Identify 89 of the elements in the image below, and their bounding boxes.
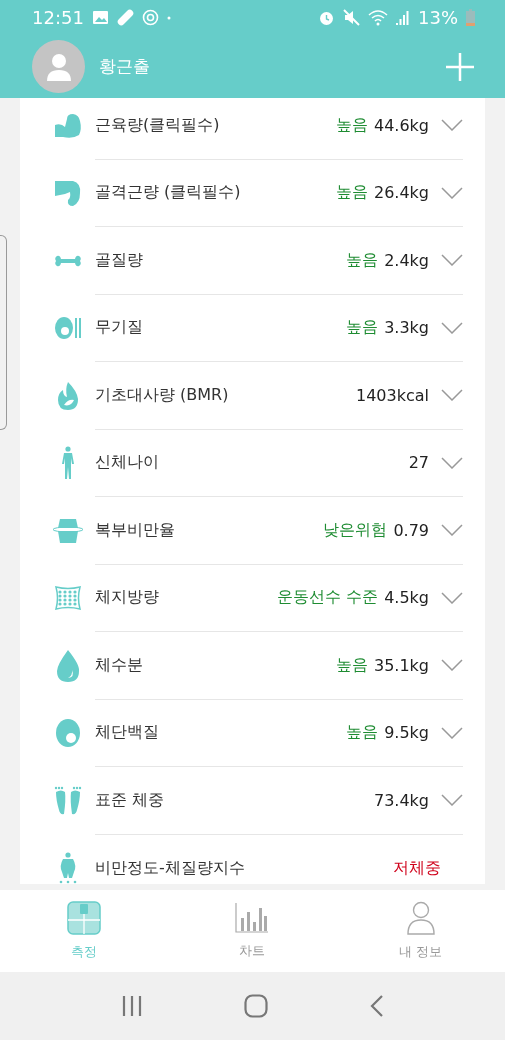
measurement-row[interactable]: 체지방량 운동선수 수준 4.5kg [44, 564, 463, 632]
chevron-down-icon[interactable] [441, 186, 463, 199]
status-label: 높음 [346, 722, 379, 744]
chevron-down-icon[interactable] [441, 659, 463, 672]
measurement-value: 9.5kg [384, 723, 429, 743]
measurement-value: 73.4kg [373, 790, 429, 810]
measurement-row[interactable]: 체수분 높음 35.1kg [44, 632, 463, 700]
status-label: 높음 [346, 317, 379, 339]
battery-icon [466, 9, 475, 26]
mineral-icon [54, 315, 82, 342]
chevron-down-icon[interactable] [441, 119, 463, 132]
water-drop-icon [55, 648, 81, 683]
person-icon [405, 901, 436, 935]
measurement-value: 2.4kg [384, 250, 429, 270]
measurement-row[interactable]: 무기질 높음 3.3kg [44, 294, 463, 362]
person-silhouette-icon [45, 52, 72, 81]
status-label: 높음 [335, 654, 368, 676]
pill-icon [116, 9, 134, 26]
measurement-label: 표준 체중 [95, 789, 166, 811]
measurement-label: 기초대사량 (BMR) [95, 384, 230, 406]
measurement-value: 0.79 [393, 520, 429, 540]
bone-icon [54, 254, 82, 267]
measurement-label: 골격근량 (클릭필수) [95, 182, 242, 204]
status-time: 12:51 [32, 7, 84, 28]
status-label: 높음 [335, 182, 368, 204]
measurement-label: 신체나이 [95, 452, 160, 474]
status-label: 저체중 [393, 857, 441, 879]
measurement-value: 35.1kg [373, 655, 429, 675]
measurement-row[interactable]: 골질량 높음 2.4kg [44, 227, 463, 295]
home-button[interactable] [244, 994, 269, 1018]
chevron-down-icon[interactable] [441, 389, 463, 402]
recent-apps-button[interactable] [120, 995, 143, 1017]
alarm-icon [318, 9, 335, 26]
measurement-row[interactable]: 신체나이 27 [44, 429, 463, 497]
measurement-row[interactable]: 골격근량 (클릭필수) 높음 26.4kg [44, 159, 463, 227]
measurement-row[interactable]: 복부비만율 낮은위험 0.79 [44, 497, 463, 565]
chevron-down-icon[interactable] [441, 321, 463, 334]
measurement-label: 골질량 [95, 249, 144, 271]
egg-icon [54, 718, 82, 749]
waist-icon [52, 517, 84, 544]
arm-icon [53, 178, 83, 209]
measurement-value: 3.3kg [384, 318, 429, 338]
edge-handle[interactable] [0, 235, 7, 430]
status-label: 높음 [346, 249, 379, 271]
measurement-value: 44.6kg [373, 115, 429, 135]
human-figure-icon [61, 446, 75, 481]
measurement-label: 비만정도-체질량지수 [95, 857, 246, 879]
chevron-down-icon[interactable] [441, 254, 463, 267]
battery-percent: 13% [418, 7, 458, 28]
status-label: 낮은위험 [323, 519, 388, 541]
image-icon [91, 10, 109, 25]
obese-figure-icon [57, 852, 79, 885]
measurement-value: 4.5kg [384, 588, 429, 608]
status-label: 높음 [335, 114, 368, 136]
mute-icon [343, 9, 360, 26]
sync-icon [141, 9, 159, 26]
measurement-label: 체지방량 [95, 587, 160, 609]
muscle-icon [53, 112, 83, 139]
user-name: 황근출 [99, 55, 150, 78]
measurement-row[interactable]: 표준 체중 73.4kg [44, 767, 463, 835]
chevron-down-icon[interactable] [441, 726, 463, 739]
measurement-row[interactable]: 비만정도-체질량지수 저체중 [44, 834, 463, 890]
scale-icon [67, 901, 102, 935]
bar-chart-icon [235, 902, 270, 934]
chevron-down-icon[interactable] [441, 524, 463, 537]
chevron-down-icon[interactable] [441, 794, 463, 807]
measurement-value: 1403kcal [355, 385, 429, 405]
measurement-label: 무기질 [95, 317, 144, 339]
dot-icon [166, 15, 171, 20]
measurement-row[interactable]: 체단백질 높음 9.5kg [44, 699, 463, 767]
measurement-label: 체수분 [95, 654, 144, 676]
signal-icon [396, 10, 410, 25]
measurement-value: 27 [408, 453, 429, 473]
back-button[interactable] [370, 994, 385, 1018]
measurement-row[interactable]: 근육량(클릭필수) 높음 44.6kg [44, 98, 463, 160]
chevron-down-icon[interactable] [441, 591, 463, 604]
measurement-label: 체단백질 [95, 722, 160, 744]
flame-icon [55, 380, 81, 411]
measurement-label: 복부비만율 [95, 519, 176, 541]
wifi-icon [368, 9, 388, 26]
add-button[interactable] [445, 51, 475, 82]
measurement-row[interactable]: 기초대사량 (BMR) 1403kcal [44, 362, 463, 430]
status-label: 운동선수 수준 [277, 587, 379, 609]
measurement-label: 근육량(클릭필수) [95, 114, 221, 136]
measurement-value: 26.4kg [373, 183, 429, 203]
fat-cells-icon [54, 585, 82, 612]
avatar[interactable] [32, 40, 85, 93]
footprints-icon [53, 785, 83, 816]
chevron-down-icon[interactable] [441, 456, 463, 469]
